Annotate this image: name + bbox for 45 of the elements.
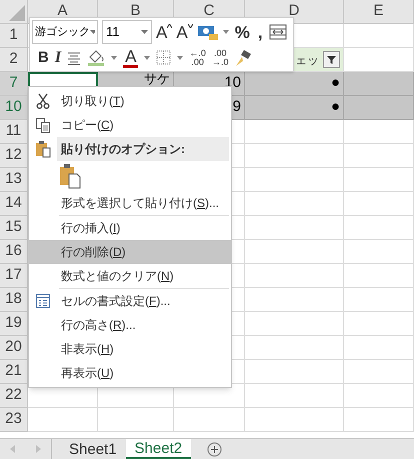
menu-section-header: 貼り付けのオプション: bbox=[57, 137, 229, 161]
row-header[interactable]: 11 bbox=[0, 120, 28, 144]
column-header[interactable]: E bbox=[344, 0, 414, 23]
row-header[interactable]: 20 bbox=[0, 336, 28, 360]
row-header[interactable]: 14 bbox=[0, 192, 28, 216]
row-header[interactable]: 12 bbox=[0, 144, 28, 168]
increase-font-size-button[interactable]: A bbox=[156, 24, 172, 41]
menu-item[interactable]: 行の高さ(R)... bbox=[57, 316, 136, 334]
font-name-value: 游ゴシック bbox=[35, 24, 90, 40]
row-header[interactable]: 7 bbox=[0, 72, 28, 96]
column-title: ェッ bbox=[295, 52, 319, 68]
row-header[interactable]: 2 bbox=[0, 48, 28, 72]
row-header[interactable]: 23 bbox=[0, 408, 28, 432]
menu-item[interactable]: 数式と値のクリア(N) bbox=[57, 267, 174, 285]
font-name-dropdown[interactable]: 游ゴシック bbox=[32, 20, 98, 44]
row-header[interactable]: 21 bbox=[0, 360, 28, 384]
table-cell[interactable]: ● bbox=[245, 96, 344, 120]
row-header[interactable]: 10 bbox=[0, 96, 28, 120]
font-color-button[interactable]: A bbox=[123, 48, 138, 68]
sheet-tab[interactable]: Sheet1 bbox=[60, 439, 126, 459]
decimal-button[interactable]: .00 →.0 bbox=[212, 48, 228, 67]
row-header[interactable]: 16 bbox=[0, 240, 28, 264]
menu-item[interactable]: 再表示(U) bbox=[57, 364, 114, 382]
italic-button[interactable]: I bbox=[54, 50, 62, 66]
menu-item[interactable]: 行の挿入(I) bbox=[57, 219, 120, 237]
menu-item[interactable]: コピー(C) bbox=[57, 116, 114, 134]
menu-item[interactable]: セルの書式設定(F)... bbox=[57, 292, 170, 310]
row-header[interactable]: 13 bbox=[0, 168, 28, 192]
bold-button[interactable]: B bbox=[38, 50, 49, 66]
row-header[interactable]: 22 bbox=[0, 384, 28, 408]
sheet-tab[interactable]: Sheet2 bbox=[126, 439, 192, 459]
decimal-button[interactable]: ←.0 .00 bbox=[189, 48, 206, 67]
format-button[interactable]: , bbox=[256, 24, 265, 41]
menu-item[interactable]: 形式を選択して貼り付け(S)... bbox=[57, 194, 220, 212]
decrease-font-size-button[interactable]: A bbox=[176, 24, 193, 41]
table-cell[interactable]: ● bbox=[245, 72, 344, 96]
font-size-dropdown[interactable]: 11 bbox=[102, 20, 152, 44]
row-header[interactable]: 15 bbox=[0, 216, 28, 240]
row-header[interactable]: 19 bbox=[0, 312, 28, 336]
font-size-value: 11 bbox=[106, 23, 120, 42]
row-header[interactable]: 1 bbox=[0, 24, 28, 48]
row-header[interactable]: 18 bbox=[0, 288, 28, 312]
row-header[interactable]: 17 bbox=[0, 264, 28, 288]
format-button[interactable]: % bbox=[232, 24, 252, 41]
menu-item[interactable]: 非表示(H) bbox=[57, 340, 114, 358]
